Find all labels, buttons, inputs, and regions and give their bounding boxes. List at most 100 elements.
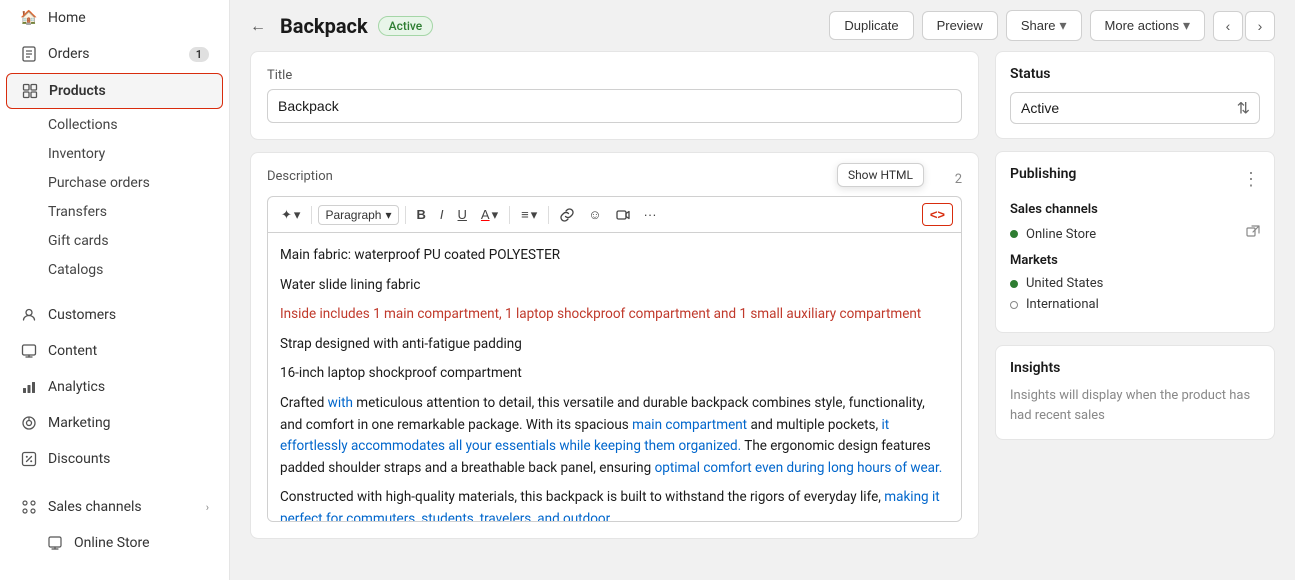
paragraph-select[interactable]: Paragraph ▾ [318, 205, 398, 225]
topbar-actions: Duplicate Preview Share ▾ More actions ▾… [829, 10, 1275, 41]
more-actions-button[interactable]: More actions ▾ [1090, 10, 1205, 41]
toolbar-divider-2 [405, 206, 406, 224]
topbar: ← Backpack Active Duplicate Preview Shar… [230, 0, 1295, 51]
sidebar-item-content[interactable]: Content [6, 334, 223, 368]
sales-channels-expand-icon [20, 498, 38, 516]
toolbar-bold-btn[interactable]: B [412, 204, 431, 225]
title-card: Title [250, 51, 979, 140]
customers-icon [20, 306, 38, 324]
analytics-icon [20, 378, 38, 396]
toolbar-video-btn[interactable] [611, 205, 635, 225]
sidebar-item-collections[interactable]: Collections [48, 111, 223, 139]
marketing-icon [20, 414, 38, 432]
content-area: Title Description 2 Show HTML ✦ ▾ [230, 51, 1295, 580]
sidebar-item-inventory[interactable]: Inventory [48, 140, 223, 168]
align-chevron-icon: ▾ [531, 207, 538, 223]
editor-toolbar: ✦ ▾ Paragraph ▾ B I U A ▾ [267, 196, 962, 232]
show-html-tooltip: Show HTML [837, 163, 924, 187]
publishing-more-icon[interactable]: ⋮ [1242, 169, 1260, 190]
link-icon [560, 208, 574, 222]
publishing-card-header: Publishing ⋮ [1010, 166, 1260, 192]
right-panel: Status Active Draft ⇅ Publishing ⋮ Sales… [995, 51, 1275, 560]
toolbar-divider-3 [509, 206, 510, 224]
desc-line-2: Water slide lining fabric [280, 275, 949, 297]
online-store-icon [46, 534, 64, 552]
magic-icon: ✦ [281, 207, 292, 223]
description-editor[interactable]: Main fabric: waterproof PU coated POLYES… [267, 232, 962, 522]
discounts-icon [20, 450, 38, 468]
toolbar-color-btn[interactable]: A ▾ [476, 204, 503, 226]
desc-line-7: Constructed with high-quality materials,… [280, 487, 949, 522]
sidebar-item-sales-channels[interactable]: Sales channels › [6, 490, 223, 524]
nav-next-button[interactable]: › [1245, 11, 1275, 41]
desc-label-row: Description 2 Show HTML [267, 169, 962, 190]
left-panel: Title Description 2 Show HTML ✦ ▾ [250, 51, 979, 560]
back-button[interactable]: ← [250, 16, 266, 36]
content-icon [20, 342, 38, 360]
insights-text: Insights will display when the product h… [1010, 386, 1260, 425]
sales-channels-title: Sales channels [1010, 202, 1260, 217]
toolbar-underline-btn[interactable]: U [453, 204, 472, 225]
sidebar-item-orders[interactable]: Orders 1 [6, 37, 223, 71]
description-card: Description 2 Show HTML ✦ ▾ Paragraph [250, 152, 979, 539]
sidebar-item-catalogs[interactable]: Catalogs [48, 256, 223, 284]
toolbar-divider-1 [311, 206, 312, 224]
toolbar-italic-btn[interactable]: I [435, 204, 449, 225]
toolbar-emoji-btn[interactable]: ☺ [583, 204, 606, 225]
sidebar-item-apps[interactable]: Apps › [6, 574, 223, 580]
online-store-dot [1010, 230, 1018, 238]
publishing-card: Publishing ⋮ Sales channels Online Store… [995, 151, 1275, 333]
toolbar-more-btn[interactable]: ··· [639, 204, 662, 225]
emoji-icon: ☺ [588, 207, 601, 222]
status-select-wrapper: Active Draft ⇅ [1010, 92, 1260, 124]
desc-line-1: Main fabric: waterproof PU coated POLYES… [280, 245, 949, 267]
toolbar-align-btn[interactable]: ≡ ▾ [516, 204, 542, 226]
nav-prev-button[interactable]: ‹ [1213, 11, 1243, 41]
preview-button[interactable]: Preview [922, 11, 998, 40]
sidebar-item-purchase-orders[interactable]: Purchase orders [48, 169, 223, 197]
intl-market-label: International [1026, 297, 1260, 312]
online-store-label: Online Store [1026, 227, 1238, 242]
duplicate-button[interactable]: Duplicate [829, 11, 913, 40]
color-chevron-icon: ▾ [492, 207, 499, 223]
description-label: Description [267, 169, 333, 184]
status-card: Status Active Draft ⇅ [995, 51, 1275, 139]
sidebar-item-home[interactable]: 🏠 Home [6, 1, 223, 35]
sidebar-item-transfers[interactable]: Transfers [48, 198, 223, 226]
title-label: Title [267, 68, 962, 83]
publishing-title: Publishing [1010, 166, 1076, 182]
international-market: International [1010, 297, 1260, 312]
video-icon [616, 208, 630, 222]
toolbar-code-btn[interactable]: <> [922, 203, 953, 226]
status-select[interactable]: Active Draft [1010, 92, 1260, 124]
sidebar-item-discounts[interactable]: Discounts [6, 442, 223, 476]
intl-market-dot [1010, 301, 1018, 309]
markets-title: Markets [1010, 253, 1260, 268]
title-input[interactable] [267, 89, 962, 123]
insights-card: Insights Insights will display when the … [995, 345, 1275, 440]
desc-line-4: Strap designed with anti-fatigue padding [280, 334, 949, 356]
orders-badge: 1 [189, 47, 209, 62]
home-icon: 🏠 [20, 9, 38, 27]
toolbar-link-btn[interactable] [555, 205, 579, 225]
page-title: Backpack [280, 14, 368, 38]
sidebar-item-marketing[interactable]: Marketing [6, 406, 223, 440]
sidebar-item-online-store[interactable]: Online Store [6, 526, 223, 560]
sidebar-item-customers[interactable]: Customers [6, 298, 223, 332]
sidebar-item-products[interactable]: Products [6, 73, 223, 109]
online-store-link-icon[interactable] [1246, 225, 1260, 243]
orders-icon [20, 45, 38, 63]
sidebar-item-analytics[interactable]: Analytics [6, 370, 223, 404]
magic-chevron: ▾ [294, 207, 301, 223]
sidebar-item-gift-cards[interactable]: Gift cards [48, 227, 223, 255]
online-store-channel: Online Store [1010, 225, 1260, 243]
sidebar: 🏠 Home Orders 1 Products Collections Inv… [0, 0, 230, 580]
toolbar-magic-btn[interactable]: ✦ ▾ [276, 204, 305, 226]
main-content: ← Backpack Active Duplicate Preview Shar… [230, 0, 1295, 580]
toolbar-divider-4 [548, 206, 549, 224]
share-button[interactable]: Share ▾ [1006, 10, 1082, 41]
desc-line-5: 16-inch laptop shockproof compartment [280, 363, 949, 385]
products-icon [21, 82, 39, 100]
desc-line-3: Inside includes 1 main compartment, 1 la… [280, 304, 949, 326]
sales-channels-arrow: › [206, 501, 209, 514]
